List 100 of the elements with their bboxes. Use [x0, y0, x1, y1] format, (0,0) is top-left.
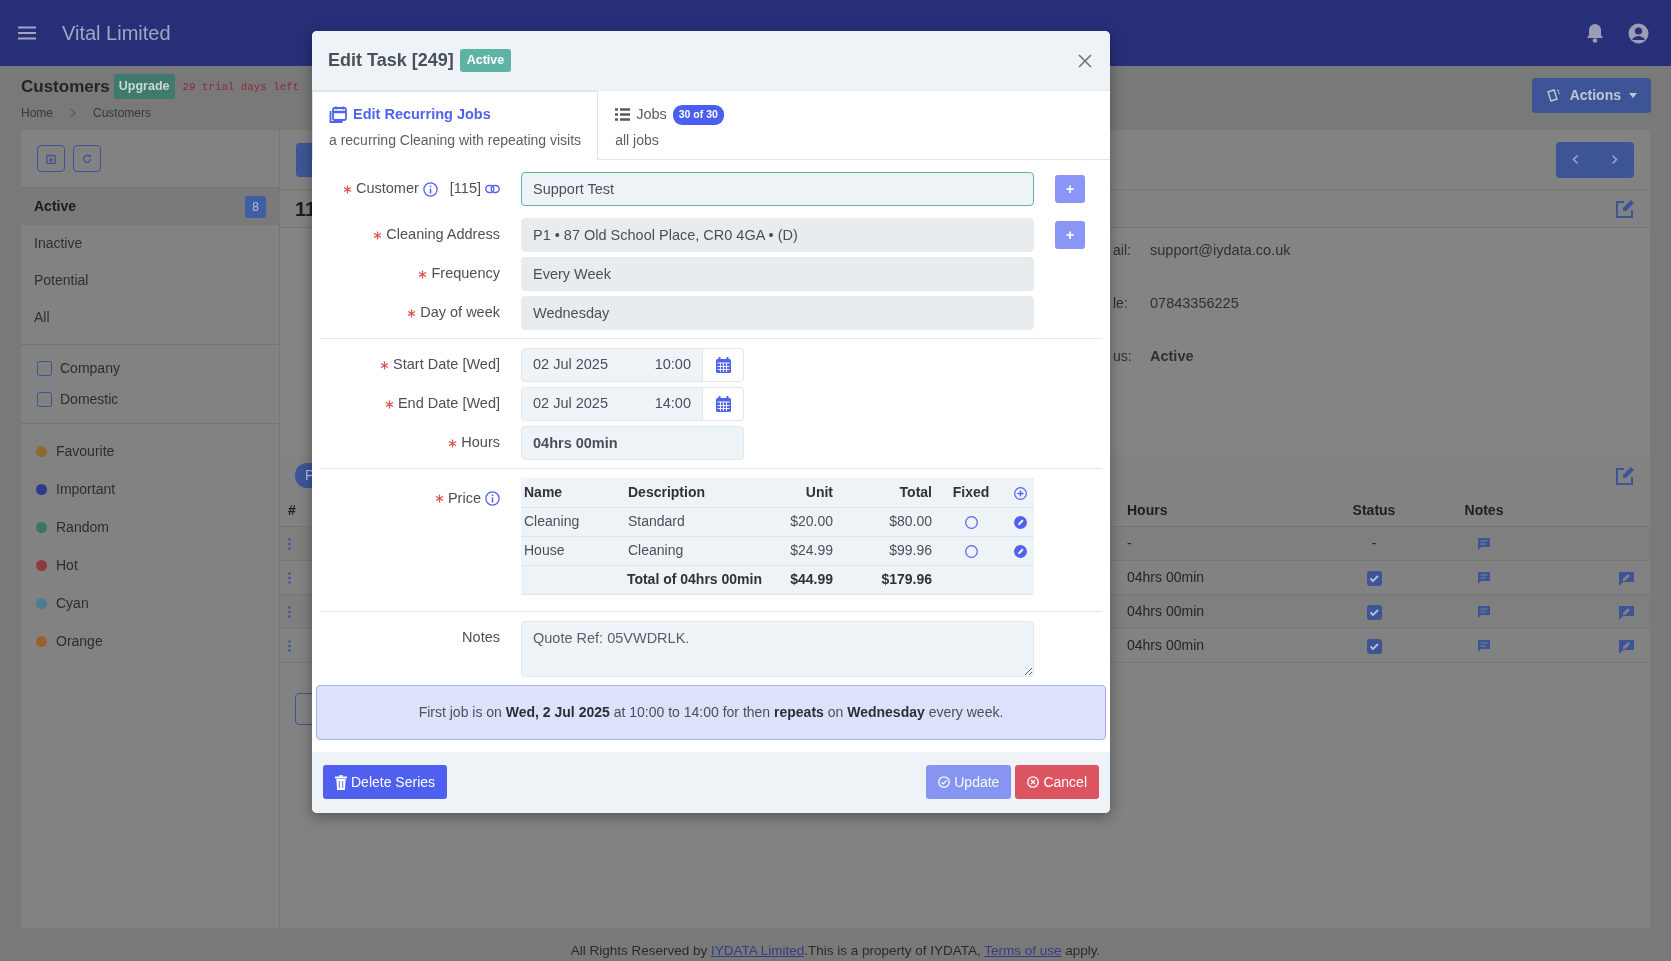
- upgrade-badge[interactable]: Upgrade: [113, 74, 175, 100]
- sidebar-item[interactable]: Potential: [21, 262, 279, 299]
- tab[interactable]: Jobs 30 of 30 all jobs: [598, 91, 741, 159]
- info-icon[interactable]: [422, 181, 438, 197]
- filter-label[interactable]: Company: [60, 358, 120, 379]
- kebab-icon[interactable]: [288, 606, 291, 619]
- edit-icon[interactable]: [1014, 544, 1027, 558]
- required-icon: [434, 494, 444, 504]
- kebab-icon[interactable]: [288, 640, 291, 653]
- detail-label: le:: [1113, 294, 1129, 313]
- customer-id: [115]: [449, 179, 481, 199]
- tag-label[interactable]: Hot: [56, 554, 78, 576]
- table-cell: $99.96: [889, 542, 932, 558]
- required-icon: [448, 438, 458, 448]
- cancel-button[interactable]: Cancel: [1015, 765, 1099, 799]
- sidebar-item[interactable]: Active 8: [21, 188, 279, 225]
- schedule-summary: First job is on Wed, 2 Jul 2025 at 10:00 to 14:00 for then repeats on Wednesday every week.: [316, 684, 1106, 740]
- bell-icon[interactable]: [1586, 23, 1604, 43]
- column-header: Hours: [1126, 501, 1169, 520]
- field-label: Cleaning Address: [386, 225, 500, 245]
- filter-label[interactable]: Domestic: [60, 389, 119, 410]
- add-icon[interactable]: [1014, 486, 1027, 500]
- table-cell: 04hrs 00min: [1127, 569, 1205, 585]
- chat-pencil-icon[interactable]: [1618, 604, 1634, 620]
- field-label: End Date [Wed]: [397, 394, 500, 414]
- list-icon: [615, 108, 631, 122]
- required-icon: [418, 269, 428, 279]
- info-icon[interactable]: [485, 491, 500, 507]
- tag-label[interactable]: Important: [56, 478, 116, 500]
- edit-icon[interactable]: [1615, 465, 1635, 485]
- date-time-field[interactable]: 02 Jul 2025 14:00: [521, 387, 703, 421]
- column-header: Unit: [805, 483, 833, 500]
- table-cell: Standard: [628, 513, 685, 529]
- required-icon: [407, 308, 417, 318]
- actions-button[interactable]: Actions: [1531, 78, 1651, 113]
- tag-label[interactable]: Orange: [56, 630, 103, 652]
- column-header: Name: [524, 483, 563, 500]
- close-button[interactable]: [1076, 51, 1094, 70]
- chat-icon[interactable]: [1478, 538, 1490, 551]
- table-cell: Cleaning: [628, 542, 684, 558]
- kebab-icon[interactable]: [288, 572, 291, 585]
- tag-label[interactable]: Favourite: [56, 440, 115, 462]
- link-icon[interactable]: [485, 184, 500, 194]
- close-icon: [1078, 53, 1092, 68]
- next-button[interactable]: [1595, 141, 1634, 178]
- footer-link[interactable]: IYDATA Limited: [710, 943, 805, 958]
- sidebar-item[interactable]: Inactive: [21, 225, 279, 262]
- customer-field[interactable]: Support Test: [521, 172, 1034, 206]
- radio-button[interactable]: [964, 515, 978, 529]
- column-header: Description: [628, 483, 705, 500]
- chat-icon[interactable]: [1478, 640, 1490, 653]
- count-badge: 30 of 30: [672, 105, 724, 125]
- table-cell: $179.96: [881, 571, 932, 587]
- breadcrumb-link[interactable]: Customers: [93, 103, 152, 122]
- menu-icon[interactable]: [18, 26, 36, 40]
- delete-series-button[interactable]: Delete Series: [323, 765, 448, 799]
- field-label: Price: [447, 489, 481, 508]
- breadcrumb-link[interactable]: Home: [21, 103, 53, 122]
- detail-value: support@iydata.co.uk: [1150, 241, 1291, 260]
- notes-field[interactable]: Quote Ref: 05VWDRLK.: [521, 620, 1034, 677]
- tag-label[interactable]: Cyan: [56, 592, 89, 614]
- column-header: Notes: [1464, 502, 1504, 518]
- count-badge: 8: [245, 195, 266, 218]
- add-button[interactable]: +: [1055, 175, 1085, 203]
- footer-link[interactable]: Terms of use: [984, 943, 1062, 958]
- table-cell: -: [1371, 535, 1377, 551]
- detail-value: 07843356225: [1150, 294, 1239, 313]
- radio-button[interactable]: [964, 544, 978, 558]
- required-icon: [342, 184, 352, 194]
- chevron-left-icon: [1572, 154, 1579, 165]
- column-header: #: [287, 501, 297, 520]
- required-icon: [384, 399, 394, 409]
- chat-icon[interactable]: [1478, 572, 1490, 585]
- column-header: Fixed: [952, 483, 990, 500]
- calendar-icon: [715, 357, 731, 373]
- table-cell: 04hrs 00min: [1127, 603, 1205, 619]
- previous-button[interactable]: [1556, 141, 1595, 178]
- calendar-icon: [715, 396, 731, 412]
- edit-icon[interactable]: [1615, 199, 1635, 218]
- kebab-icon[interactable]: [288, 538, 291, 551]
- page-title: Customers: [21, 76, 110, 98]
- chevron-icon: [69, 106, 77, 119]
- user-icon[interactable]: [1628, 22, 1649, 44]
- date-time-field[interactable]: 02 Jul 2025 10:00: [521, 348, 703, 382]
- chevron-right-icon: [1611, 154, 1618, 165]
- edit-icon[interactable]: [1014, 515, 1027, 529]
- detail-value: Active: [1150, 347, 1194, 366]
- tab[interactable]: Edit Recurring Jobs a recurring Cleaning with repeating visits: [312, 91, 599, 160]
- sidebar-item[interactable]: All: [21, 299, 279, 336]
- chat-pencil-icon[interactable]: [1618, 638, 1634, 654]
- refresh-button[interactable]: [73, 145, 101, 172]
- table-cell: $80.00: [889, 513, 932, 529]
- hours-field[interactable]: 04hrs 00min: [521, 426, 744, 460]
- chat-pencil-icon[interactable]: [1618, 570, 1634, 586]
- tag-label[interactable]: Random: [56, 516, 109, 538]
- chat-icon[interactable]: [1478, 606, 1490, 619]
- x-circle-icon: [1027, 776, 1040, 788]
- table-cell: $44.99: [790, 571, 833, 587]
- app-title: Vital Limited: [62, 21, 171, 46]
- table-cell: Cleaning: [524, 513, 580, 529]
